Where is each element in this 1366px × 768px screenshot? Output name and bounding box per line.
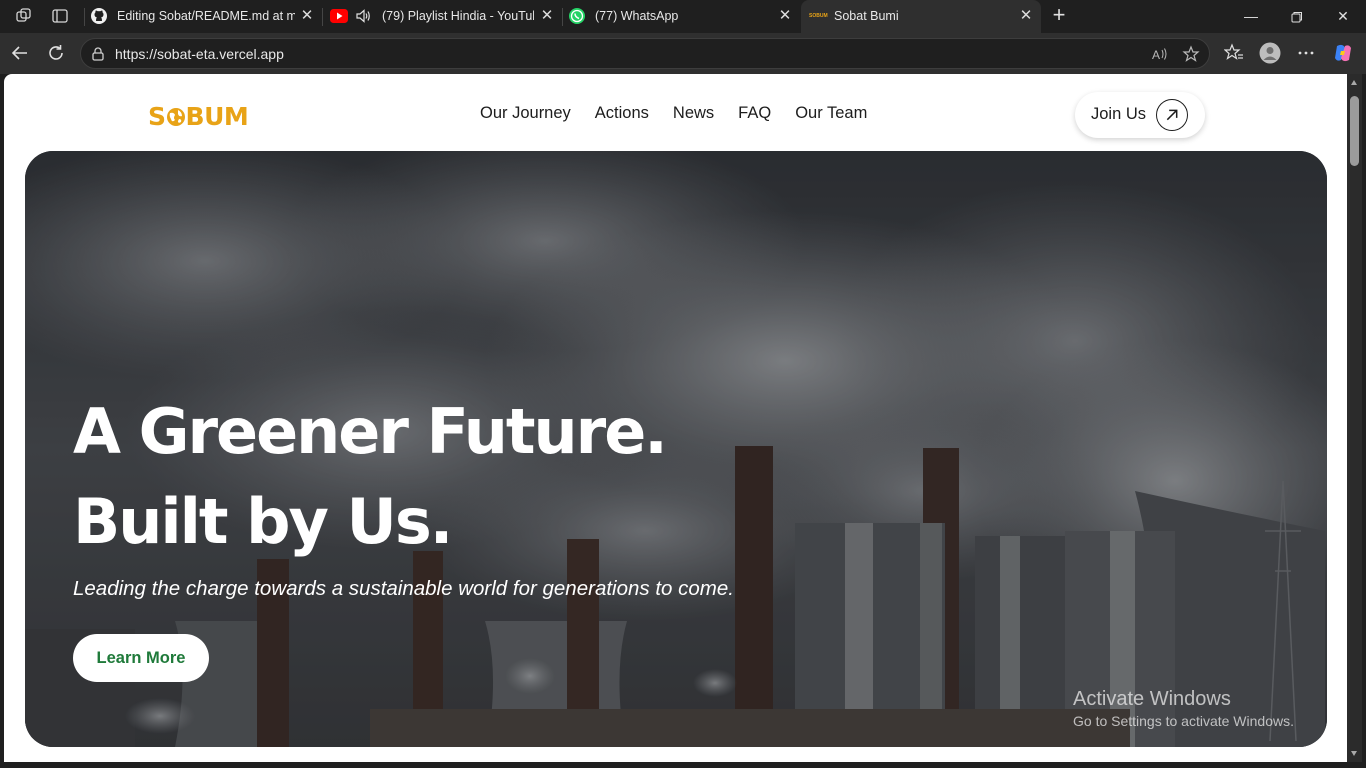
learn-more-button[interactable]: Learn More — [73, 634, 209, 682]
lock-icon[interactable] — [90, 46, 106, 62]
tab-title: Editing Sobat/README.md at ma — [117, 9, 295, 23]
browser-toolbar: https://sobat-eta.vercel.app A — [0, 33, 1366, 74]
browser-tab-bar: Editing Sobat/README.md at ma ✕ (79) Pla… — [0, 0, 1366, 33]
nav-actions[interactable]: Actions — [595, 104, 649, 123]
speaker-icon[interactable] — [354, 7, 372, 25]
page-viewport: S BUM Our Journey Actions News FAQ Our T… — [4, 74, 1347, 762]
tab-title: Sobat Bumi — [834, 9, 899, 23]
activate-windows-watermark: Activate Windows Go to Settings to activ… — [1073, 688, 1294, 729]
youtube-icon — [330, 9, 348, 23]
tab-github[interactable]: Editing Sobat/README.md at ma ✕ — [86, 0, 322, 33]
workspaces-icon[interactable] — [15, 7, 33, 25]
globe-logo-icon — [166, 107, 185, 126]
site-nav: Our Journey Actions News FAQ Our Team — [480, 104, 867, 123]
scroll-down-icon[interactable] — [1351, 751, 1357, 756]
address-bar[interactable]: https://sobat-eta.vercel.app A — [80, 38, 1210, 69]
join-us-button[interactable]: Join Us — [1075, 92, 1205, 138]
site-logo[interactable]: S BUM — [148, 102, 249, 131]
restore-button[interactable] — [1274, 0, 1320, 33]
read-aloud-icon[interactable]: A — [1151, 45, 1169, 63]
tab-youtube[interactable]: (79) Playlist Hindia - YouTube ✕ — [324, 0, 562, 33]
tab-actions-icon[interactable] — [51, 7, 69, 25]
activate-windows-hint: Go to Settings to activate Windows. — [1073, 713, 1294, 729]
tab-title: (79) Playlist Hindia - YouTube — [382, 9, 534, 23]
nav-our-team[interactable]: Our Team — [795, 104, 867, 123]
minimize-button[interactable]: — — [1228, 0, 1274, 33]
hero-section: A Greener Future. Built by Us. Leading t… — [25, 151, 1327, 747]
close-icon[interactable]: ✕ — [778, 8, 792, 23]
nav-our-journey[interactable]: Our Journey — [480, 104, 571, 123]
back-icon[interactable] — [9, 42, 31, 64]
tab-whatsapp[interactable]: (77) WhatsApp ✕ — [564, 0, 800, 33]
hero-title: A Greener Future. Built by Us. — [73, 387, 668, 567]
close-icon[interactable]: ✕ — [540, 8, 554, 23]
scroll-up-icon[interactable] — [1351, 80, 1357, 85]
hero-title-line-1: A Greener Future. — [73, 395, 668, 468]
hero-title-line-2: Built by Us. — [73, 485, 453, 558]
more-menu-icon[interactable] — [1296, 43, 1316, 63]
svg-text:A: A — [1152, 48, 1160, 62]
restore-icon — [1291, 12, 1302, 23]
new-tab-button[interactable]: + — [1048, 4, 1070, 27]
join-us-label: Join Us — [1091, 105, 1147, 123]
whatsapp-icon — [569, 8, 585, 24]
nav-news[interactable]: News — [673, 104, 714, 123]
tab-sobat-bumi[interactable]: SOBUM Sobat Bumi ✕ — [801, 0, 1041, 33]
close-icon[interactable]: ✕ — [1019, 8, 1033, 23]
favorite-star-icon[interactable] — [1182, 45, 1200, 63]
url-text[interactable]: https://sobat-eta.vercel.app — [115, 46, 284, 62]
favorites-icon[interactable] — [1224, 43, 1244, 63]
refresh-icon[interactable] — [45, 42, 67, 64]
profile-avatar-icon[interactable] — [1259, 42, 1281, 64]
hero-subtitle: Leading the charge towards a sustainable… — [73, 577, 734, 600]
tab-title: (77) WhatsApp — [595, 9, 679, 23]
copilot-icon[interactable] — [1332, 42, 1354, 64]
nav-faq[interactable]: FAQ — [738, 104, 771, 123]
arrow-up-right-icon — [1156, 99, 1188, 131]
scrollbar-thumb[interactable] — [1350, 96, 1359, 166]
github-icon — [91, 8, 107, 24]
activate-windows-title: Activate Windows — [1073, 688, 1231, 710]
page-scrollbar[interactable] — [1347, 74, 1362, 762]
close-icon[interactable]: ✕ — [300, 8, 314, 23]
sobum-favicon: SOBUM — [809, 13, 828, 19]
close-window-button[interactable]: ✕ — [1320, 0, 1366, 33]
